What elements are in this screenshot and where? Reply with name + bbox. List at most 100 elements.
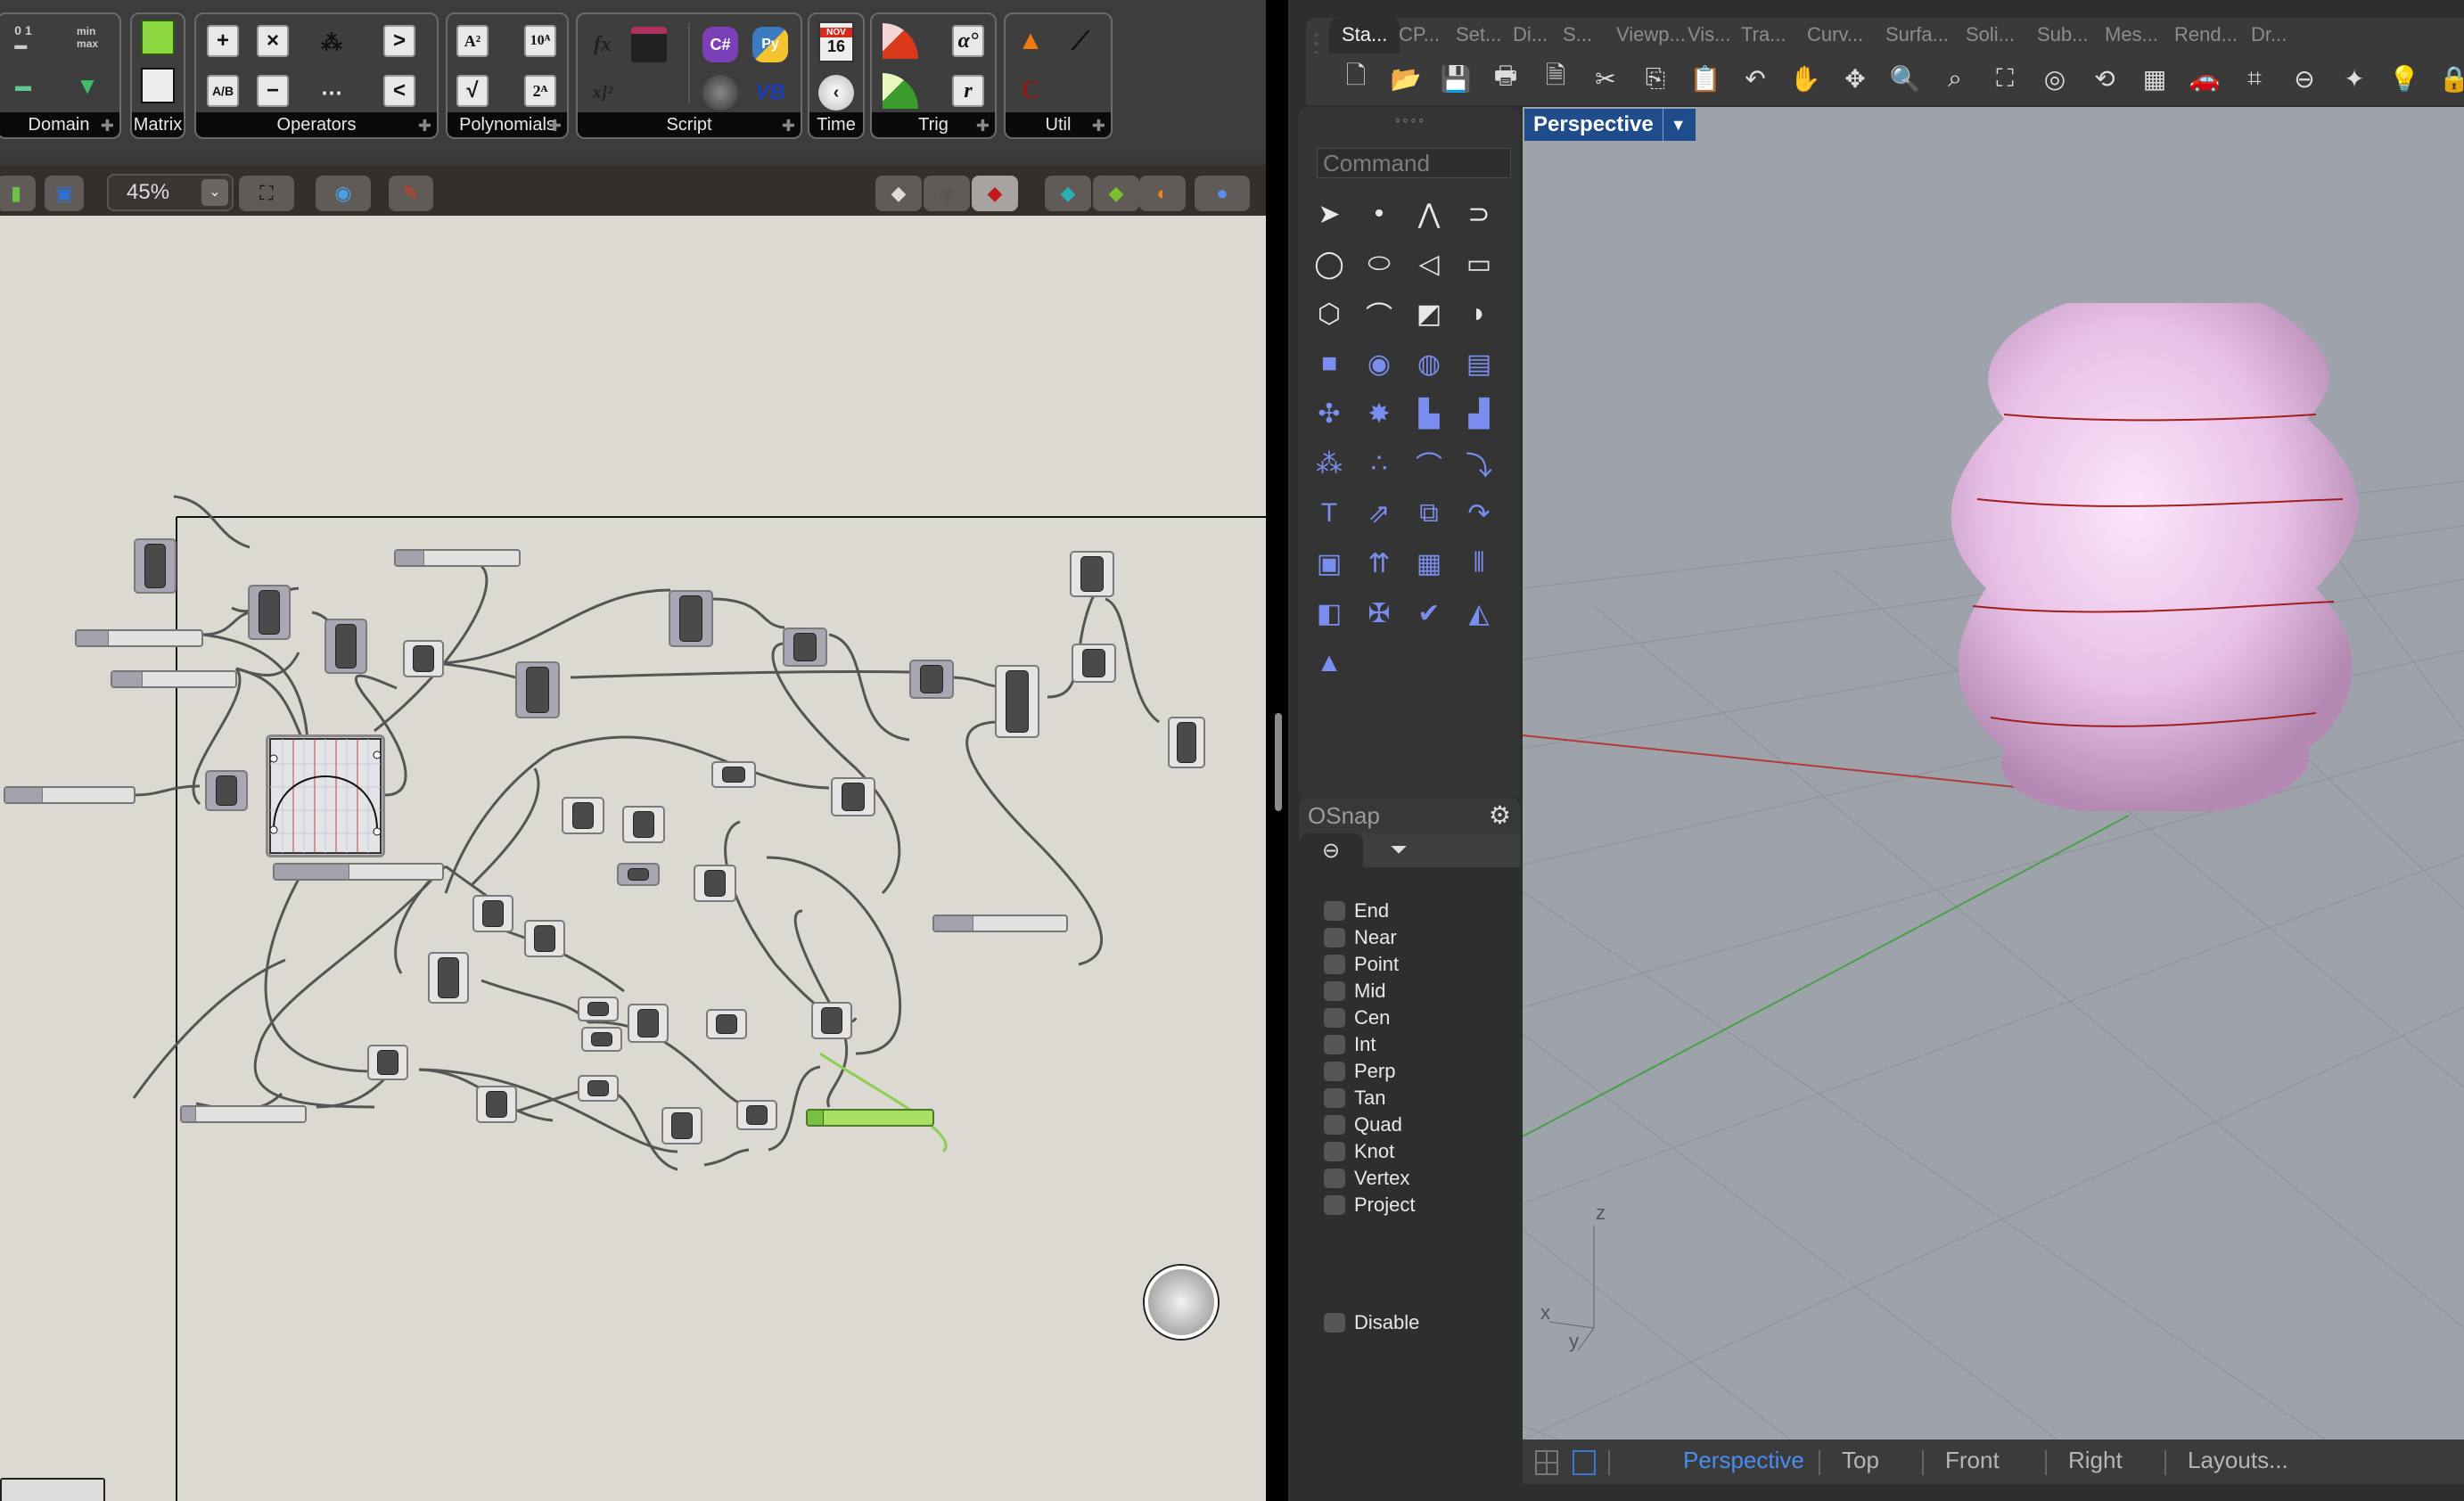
checkbox[interactable] — [1324, 1062, 1345, 1081]
component-node[interactable] — [736, 1100, 777, 1130]
rhino-tab[interactable]: S... — [1563, 23, 1592, 46]
osnap-item[interactable]: Point — [1324, 953, 1399, 976]
rhino-tab[interactable]: Mes... — [2105, 23, 2158, 46]
slider-handle[interactable] — [182, 1107, 196, 1121]
control-point[interactable] — [373, 827, 382, 836]
rhino-tab[interactable]: Surfa... — [1885, 23, 1949, 46]
primitive-icon[interactable]: ◭ — [1459, 594, 1499, 633]
view-tab[interactable]: Front — [1945, 1447, 2000, 1474]
gear-icon[interactable]: ⚙ — [1489, 798, 1511, 833]
osnap-item[interactable]: Knot — [1324, 1140, 1394, 1163]
osnap-item[interactable]: Near — [1324, 926, 1397, 949]
number-slider[interactable] — [180, 1105, 307, 1123]
caret-down-icon[interactable]: ▼ — [1662, 109, 1687, 141]
control-point[interactable] — [269, 754, 278, 763]
copy-icon[interactable]: ⎘ — [1638, 61, 1673, 96]
number-slider[interactable] — [75, 629, 203, 647]
number-slider[interactable] — [394, 549, 521, 567]
calendar-icon[interactable]: NOV 16 — [818, 21, 854, 62]
control-point[interactable] — [373, 750, 382, 759]
join-icon[interactable]: ✣ — [1310, 394, 1349, 433]
component-node[interactable] — [909, 660, 954, 699]
split-icon[interactable]: ▟ — [1459, 394, 1499, 433]
checkbox[interactable] — [1324, 955, 1345, 974]
group-icon[interactable]: ⁂ — [1310, 444, 1349, 483]
osnap-item[interactable]: End — [1324, 899, 1389, 923]
offset-icon[interactable]: ⌒ — [1409, 444, 1449, 483]
ribbon-group-polynomials[interactable]: A² 10ᴬ √ 2ᴬ Polynomials ✚ — [446, 12, 569, 139]
rotate-icon[interactable]: ↷ — [1459, 494, 1499, 533]
text-icon[interactable]: T — [1310, 494, 1349, 533]
view-tab[interactable]: Perspective — [1683, 1447, 1804, 1474]
component-node[interactable] — [811, 1002, 852, 1039]
osnap-tab-filter[interactable]: ⏷ — [1367, 833, 1431, 867]
preview-off-button[interactable]: ◈ — [924, 176, 970, 211]
checkbox[interactable] — [1324, 1195, 1345, 1215]
rhino-tab[interactable]: Set... — [1456, 23, 1501, 46]
number-slider-active[interactable] — [806, 1109, 934, 1127]
preview-selected-button[interactable]: ◆ — [1045, 176, 1091, 211]
osnap-item[interactable]: Cen — [1324, 1006, 1390, 1029]
osnap-item[interactable]: Mid — [1324, 980, 1385, 1003]
construct-domain-icon[interactable]: 0 1 ▬ — [5, 20, 41, 55]
component-node[interactable] — [783, 627, 827, 667]
component-node[interactable] — [661, 1107, 702, 1144]
sketch-button[interactable]: ✎ — [389, 176, 433, 211]
deconstruct-domain-icon[interactable]: ▬ — [5, 68, 41, 103]
remap-icon[interactable]: ▼ — [70, 68, 105, 103]
component-node[interactable] — [1070, 551, 1114, 597]
expand-icon[interactable]: ✚ — [548, 117, 562, 135]
chevron-down-icon[interactable]: ⌄ — [201, 179, 228, 206]
osnap-item[interactable]: Perp — [1324, 1060, 1395, 1083]
osnap-item[interactable]: Quad — [1324, 1113, 1402, 1136]
larger-than-icon[interactable]: > — [383, 25, 415, 57]
component-node[interactable] — [524, 920, 565, 957]
undo-view-icon[interactable]: ⟲ — [2087, 61, 2123, 96]
evaluate-icon[interactable]: x]² — [585, 75, 620, 111]
multiplication-icon[interactable]: × — [257, 25, 289, 57]
solid-icon[interactable]: ▣ — [1310, 544, 1349, 583]
canvas-widget[interactable] — [0, 1478, 105, 1501]
canvas-scrollbar[interactable] — [1275, 713, 1282, 811]
rotate-view-icon[interactable]: ✥ — [1837, 61, 1873, 96]
slider-handle[interactable] — [808, 1111, 824, 1125]
extrude-surface-icon[interactable]: ◗ — [1459, 294, 1499, 333]
gumball-icon[interactable]: ✠ — [1359, 594, 1399, 633]
rectangle-icon[interactable]: ▭ — [1459, 244, 1499, 283]
component-node[interactable] — [367, 1045, 408, 1080]
expand-icon[interactable]: ✚ — [782, 117, 795, 135]
component-node[interactable] — [472, 895, 513, 932]
array-icon[interactable]: ▦ — [1409, 544, 1449, 583]
component-node[interactable] — [617, 863, 660, 886]
component-node[interactable] — [134, 538, 177, 594]
component-node[interactable] — [628, 1004, 669, 1043]
constant-icon[interactable]: C — [1013, 73, 1048, 109]
matrix-green-icon[interactable] — [141, 20, 175, 55]
view-tab[interactable]: Layouts... — [2188, 1447, 2288, 1474]
rhino-tab[interactable]: Curv... — [1807, 23, 1863, 46]
import-icon[interactable]: 🗎 — [1538, 61, 1573, 96]
ribbon-group-operators[interactable]: + × ⁂ > A/B − ⋯ < Operators ✚ — [194, 12, 439, 139]
control-point[interactable] — [269, 825, 278, 834]
rhino-tab[interactable]: Viewp... — [1616, 23, 1686, 46]
osnap-item[interactable]: Project — [1324, 1193, 1415, 1217]
preview-toggle-button[interactable]: ◉ — [316, 176, 371, 211]
checkbox[interactable] — [1324, 1088, 1345, 1108]
component-node[interactable] — [995, 665, 1039, 738]
division-icon[interactable]: A/B — [207, 75, 239, 107]
checkbox[interactable] — [1324, 928, 1345, 947]
component-node[interactable] — [694, 865, 736, 902]
polygon-icon[interactable]: ⬡ — [1310, 294, 1349, 333]
checkbox[interactable] — [1324, 1035, 1345, 1054]
addition-icon[interactable]: + — [207, 25, 239, 57]
checkbox[interactable] — [1324, 1008, 1345, 1028]
cylinder-icon[interactable]: ◍ — [1409, 344, 1449, 383]
ribbon-group-script[interactable]: fx C# Py x]² VB Script ✚ — [576, 12, 802, 139]
polyline-icon[interactable]: ⋀ — [1409, 194, 1449, 234]
trim-icon[interactable]: ▙ — [1409, 394, 1449, 433]
rhino-tab[interactable]: Sta... — [1329, 18, 1400, 55]
grasshopper-canvas[interactable] — [0, 216, 1266, 1501]
view-tab[interactable]: Top — [1842, 1447, 1879, 1474]
component-node[interactable] — [428, 952, 469, 1004]
script-editor-icon[interactable] — [631, 27, 667, 62]
